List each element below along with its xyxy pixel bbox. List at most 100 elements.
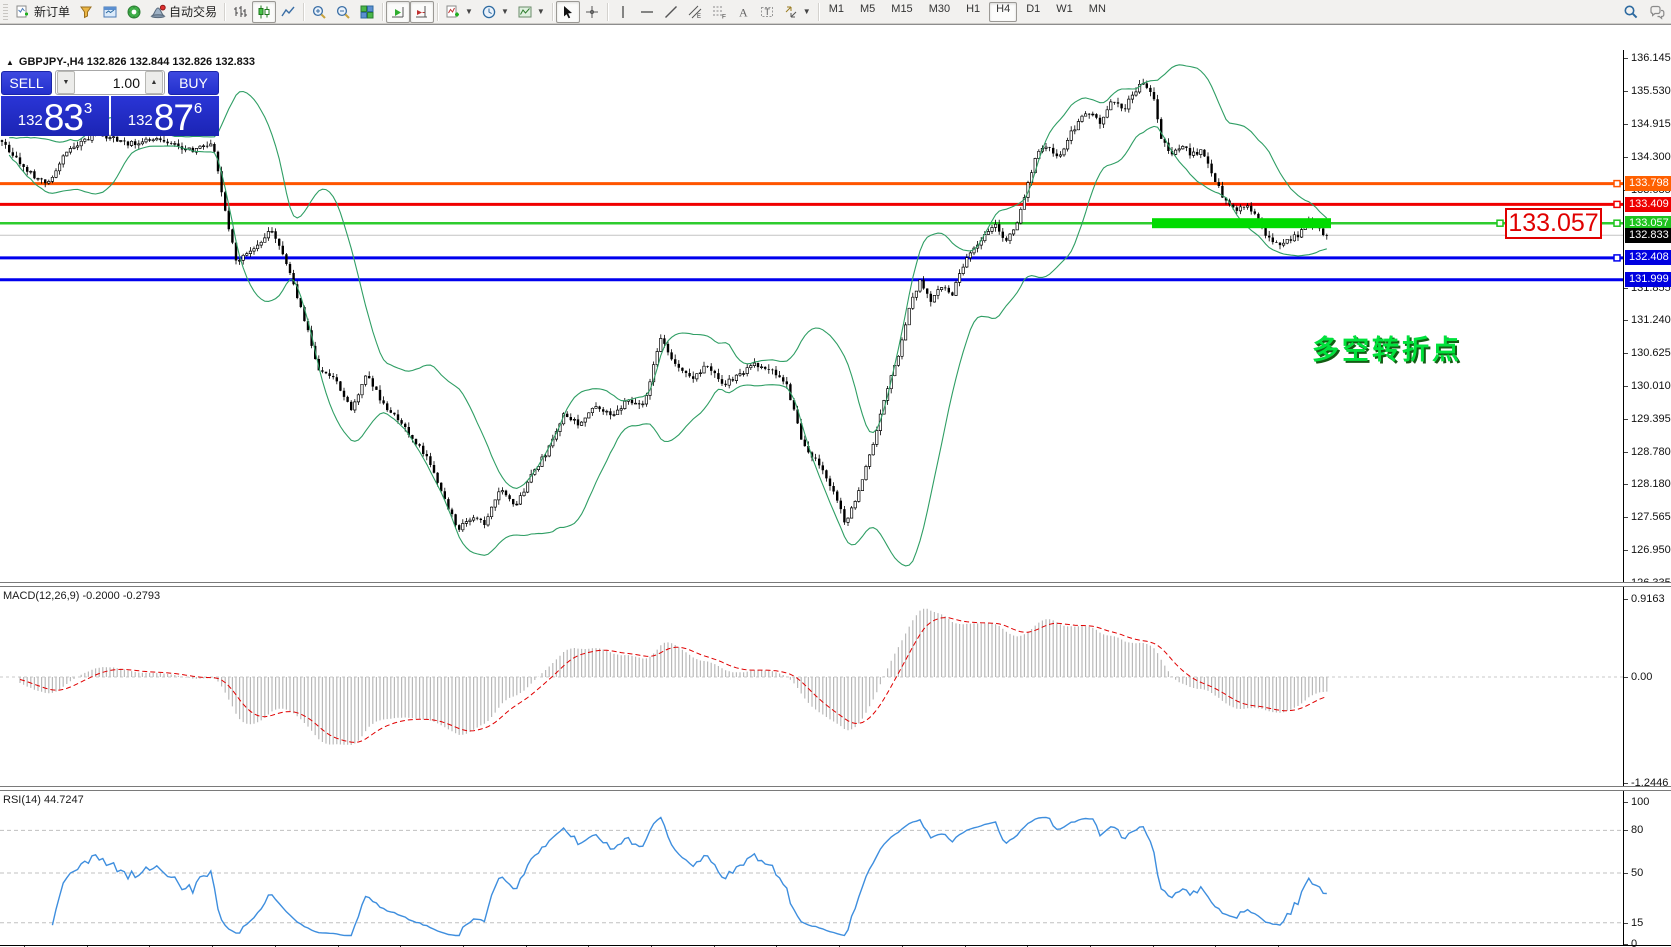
timeframe-button-h4[interactable]: H4	[989, 2, 1017, 22]
timeframe-button-m1[interactable]: M1	[822, 2, 851, 22]
axis-tick-mark	[1624, 599, 1628, 600]
mt4-window: 新订单 自动	[0, 0, 1671, 947]
toolbar-grip[interactable]	[3, 4, 8, 20]
highlight-zone[interactable]	[1152, 218, 1331, 228]
timeframe-button-m30[interactable]: M30	[922, 2, 957, 22]
rsi-indicator-chart[interactable]	[0, 791, 1623, 945]
timeframe-button-m5[interactable]: M5	[853, 2, 882, 22]
price-axis-tick: 129.395	[1631, 413, 1671, 425]
search-icon[interactable]	[1623, 4, 1639, 20]
vertical-line-button[interactable]	[611, 1, 635, 23]
cursor-button[interactable]	[556, 1, 580, 23]
autotrading-label: 自动交易	[169, 3, 217, 20]
hline-handle[interactable]	[1614, 201, 1620, 207]
axis-tick-mark	[1624, 58, 1628, 59]
candlestick-chart-button[interactable]	[252, 1, 276, 23]
channel-icon: E	[687, 4, 703, 20]
toolbar-separator	[607, 3, 608, 21]
auto-scroll-button[interactable]	[386, 1, 410, 23]
text-label-button[interactable]: T	[755, 1, 779, 23]
indicators-icon	[445, 4, 461, 20]
axis-tick-mark	[1624, 386, 1628, 387]
dropdown-arrow-icon: ▼	[465, 7, 473, 16]
price-axis: 136.145135.530134.915134.300133.685131.8…	[1623, 50, 1671, 945]
timeframe-button-d1[interactable]: D1	[1019, 2, 1047, 22]
text-icon: A	[735, 4, 751, 20]
price-level-label: 133.409	[1625, 197, 1671, 212]
text-label-icon: T	[759, 4, 775, 20]
collapse-panel-icon[interactable]: ▲	[6, 58, 14, 67]
sell-button[interactable]: SELL	[1, 71, 52, 95]
buy-price-display[interactable]: 132 87 6	[111, 96, 219, 136]
macd-indicator-chart[interactable]	[0, 587, 1623, 786]
zoom-out-button[interactable]	[331, 1, 355, 23]
trendline-button[interactable]	[659, 1, 683, 23]
hline-handle[interactable]	[1614, 220, 1620, 226]
buy-button[interactable]: BUY	[168, 71, 219, 95]
sell-price-sup: 3	[84, 100, 92, 117]
horizontal-line-button[interactable]	[635, 1, 659, 23]
price-axis-tick: 126.950	[1631, 544, 1671, 556]
text-button[interactable]: A	[731, 1, 755, 23]
rsi-axis-tick: 100	[1631, 796, 1649, 808]
axis-tick-mark	[1624, 517, 1628, 518]
arrows-button[interactable]: ▼	[779, 1, 815, 23]
price-axis-tick: 130.625	[1631, 347, 1671, 359]
chinese-note[interactable]: 多空转折点	[1312, 328, 1462, 367]
axis-tick-mark	[1624, 783, 1628, 784]
timeframe-button-h1[interactable]: H1	[959, 2, 987, 22]
axis-tick-mark	[1624, 419, 1628, 420]
indicators-button[interactable]: ▼	[441, 1, 477, 23]
chat-icon[interactable]	[1649, 4, 1665, 20]
panel-separator[interactable]	[0, 582, 1671, 587]
main-price-chart[interactable]	[0, 50, 1623, 583]
new-order-button[interactable]: 新订单	[11, 1, 74, 23]
chart-title: ▲ GBPJPY-,H4 132.826 132.844 132.826 132…	[6, 56, 255, 68]
market-watch-button[interactable]	[74, 1, 98, 23]
data-window-button[interactable]	[98, 1, 122, 23]
autotrading-button[interactable]: 自动交易	[146, 1, 221, 23]
price-axis-tick: 131.240	[1631, 314, 1671, 326]
tile-windows-button[interactable]	[355, 1, 379, 23]
templates-button[interactable]: ▼	[513, 1, 549, 23]
crosshair-icon	[584, 4, 600, 20]
line-chart-button[interactable]	[276, 1, 300, 23]
buy-price-small: 132	[128, 112, 153, 129]
sell-price-display[interactable]: 132 83 3	[1, 96, 109, 136]
timeframe-button-m15[interactable]: M15	[884, 2, 919, 22]
trendline-icon	[663, 4, 679, 20]
hline-handle[interactable]	[1614, 181, 1620, 187]
axis-tick-mark	[1624, 353, 1628, 354]
volume-input[interactable]	[76, 75, 144, 91]
bar-chart-button[interactable]	[228, 1, 252, 23]
axis-tick-mark	[1624, 288, 1628, 289]
line-chart-icon	[280, 4, 296, 20]
periods-button[interactable]: ▼	[477, 1, 513, 23]
timeframe-button-mn[interactable]: MN	[1082, 2, 1113, 22]
price-annotation-box[interactable]: 133.057	[1505, 208, 1602, 239]
price-level-label: 133.798	[1625, 176, 1671, 191]
chart-shift-button[interactable]	[410, 1, 434, 23]
one-click-trading-panel: SELL ▼ ▲ BUY 132 83 3 132 87 6	[1, 70, 219, 136]
volume-decrease-button[interactable]: ▼	[57, 71, 75, 94]
macd-axis-tick: 0.9163	[1631, 593, 1665, 605]
axis-tick-mark	[1624, 320, 1628, 321]
axis-tick-mark	[1624, 873, 1628, 874]
toolbar-separator	[437, 3, 438, 21]
timeframe-button-w1[interactable]: W1	[1049, 2, 1080, 22]
toolbar-separator	[552, 3, 553, 21]
navigator-button[interactable]	[122, 1, 146, 23]
cursor-icon	[560, 4, 576, 20]
channel-button[interactable]: E	[683, 1, 707, 23]
arrows-icon	[783, 4, 799, 20]
svg-text:T: T	[764, 7, 770, 17]
volume-increase-button[interactable]: ▲	[145, 71, 163, 94]
fibonacci-button[interactable]: F	[707, 1, 731, 23]
fibonacci-icon: F	[711, 4, 727, 20]
hline-handle[interactable]	[1614, 255, 1620, 261]
hline-handle[interactable]	[1497, 220, 1503, 226]
price-level-label: 132.833	[1625, 228, 1671, 243]
zoom-in-button[interactable]	[307, 1, 331, 23]
panel-separator[interactable]	[0, 786, 1671, 791]
crosshair-button[interactable]	[580, 1, 604, 23]
